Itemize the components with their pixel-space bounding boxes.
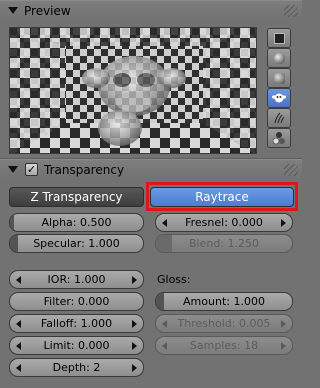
increment-arrow-icon[interactable] — [132, 342, 137, 350]
gloss-samples-field[interactable]: Samples: 18 — [155, 336, 293, 355]
decrement-arrow-icon[interactable] — [162, 342, 167, 350]
decrement-arrow-icon[interactable] — [16, 342, 21, 350]
decrement-arrow-icon[interactable] — [162, 320, 167, 328]
ior-field[interactable]: IOR: 1.000 — [9, 270, 144, 289]
sphere-monkey-icon — [272, 131, 286, 145]
increment-arrow-icon[interactable] — [281, 342, 286, 350]
gloss-amount-slider-fill — [156, 293, 164, 310]
transparency-panel-title: Transparency — [44, 163, 125, 177]
gloss-threshold-field[interactable]: Threshold: 0.005 — [155, 314, 293, 333]
alpha-slider[interactable]: Alpha: 0.500 — [9, 213, 144, 232]
preview-panel-header[interactable]: Preview — [0, 0, 302, 20]
decrement-arrow-icon[interactable] — [16, 364, 21, 372]
preview-monkey-button[interactable] — [267, 88, 291, 108]
material-preview-render — [9, 27, 257, 154]
collapse-triangle-icon[interactable] — [8, 166, 18, 173]
flat-plane-icon — [273, 32, 285, 44]
preview-plane-button[interactable] — [267, 28, 291, 48]
gloss-samples-value: Samples: 18 — [189, 339, 259, 352]
preview-sphere-button[interactable] — [267, 48, 291, 68]
specular-slider-fill — [10, 235, 18, 252]
alpha-slider-fill — [10, 214, 14, 231]
increment-arrow-icon[interactable] — [132, 276, 137, 284]
z-transparency-button[interactable]: Z Transparency — [9, 187, 144, 207]
blend-value: Blend: 1.250 — [188, 237, 260, 250]
gloss-threshold-value: Threshold: 0.005 — [177, 317, 271, 330]
sphere-icon — [273, 52, 285, 64]
ior-value: IOR: 1.000 — [47, 273, 106, 286]
checker-preview-image — [10, 28, 256, 153]
raytrace-button[interactable]: Raytrace — [150, 187, 294, 207]
alpha-value: Alpha: 0.500 — [41, 216, 112, 229]
hair-icon — [273, 112, 285, 124]
limit-field[interactable]: Limit: 0.000 — [9, 336, 144, 355]
depth-value: Depth: 2 — [52, 361, 101, 374]
cube-icon — [273, 72, 285, 84]
gloss-amount-slider[interactable]: Amount: 1.000 — [155, 292, 293, 311]
limit-value: Limit: 0.000 — [43, 339, 110, 352]
transparency-panel-header[interactable]: Transparency — [0, 159, 302, 179]
increment-arrow-icon[interactable] — [132, 364, 137, 372]
decrement-arrow-icon[interactable] — [16, 276, 21, 284]
panel-drag-grip-icon[interactable] — [284, 5, 298, 17]
preview-sphere-monkey-button[interactable] — [267, 128, 291, 148]
fresnel-field[interactable]: Fresnel: 0.000 — [155, 213, 293, 232]
increment-arrow-icon[interactable] — [281, 219, 286, 227]
filter-value: Filter: 0.000 — [43, 295, 110, 308]
preview-panel-title: Preview — [24, 4, 71, 18]
blend-slider-fill — [156, 235, 172, 252]
depth-field[interactable]: Depth: 2 — [9, 358, 144, 377]
blend-slider[interactable]: Blend: 1.250 — [155, 234, 293, 253]
collapse-triangle-icon[interactable] — [8, 7, 18, 14]
falloff-value: Falloff: 1.000 — [40, 317, 113, 330]
monkey-icon — [272, 92, 286, 104]
gloss-label: Gloss: — [157, 273, 191, 286]
preview-hair-button[interactable] — [267, 108, 291, 128]
filter-slider[interactable]: Filter: 0.000 — [9, 292, 144, 311]
decrement-arrow-icon[interactable] — [162, 219, 167, 227]
gloss-amount-value: Amount: 1.000 — [183, 295, 265, 308]
fresnel-value: Fresnel: 0.000 — [185, 216, 263, 229]
increment-arrow-icon[interactable] — [132, 320, 137, 328]
preview-cube-button[interactable] — [267, 68, 291, 88]
transparency-enable-checkbox[interactable]: ✓ — [25, 163, 38, 176]
specular-slider[interactable]: Specular: 1.000 — [9, 234, 144, 253]
panel-drag-grip-icon[interactable] — [284, 164, 298, 176]
specular-value: Specular: 1.000 — [33, 237, 120, 250]
decrement-arrow-icon[interactable] — [16, 320, 21, 328]
increment-arrow-icon[interactable] — [281, 320, 286, 328]
falloff-field[interactable]: Falloff: 1.000 — [9, 314, 144, 333]
